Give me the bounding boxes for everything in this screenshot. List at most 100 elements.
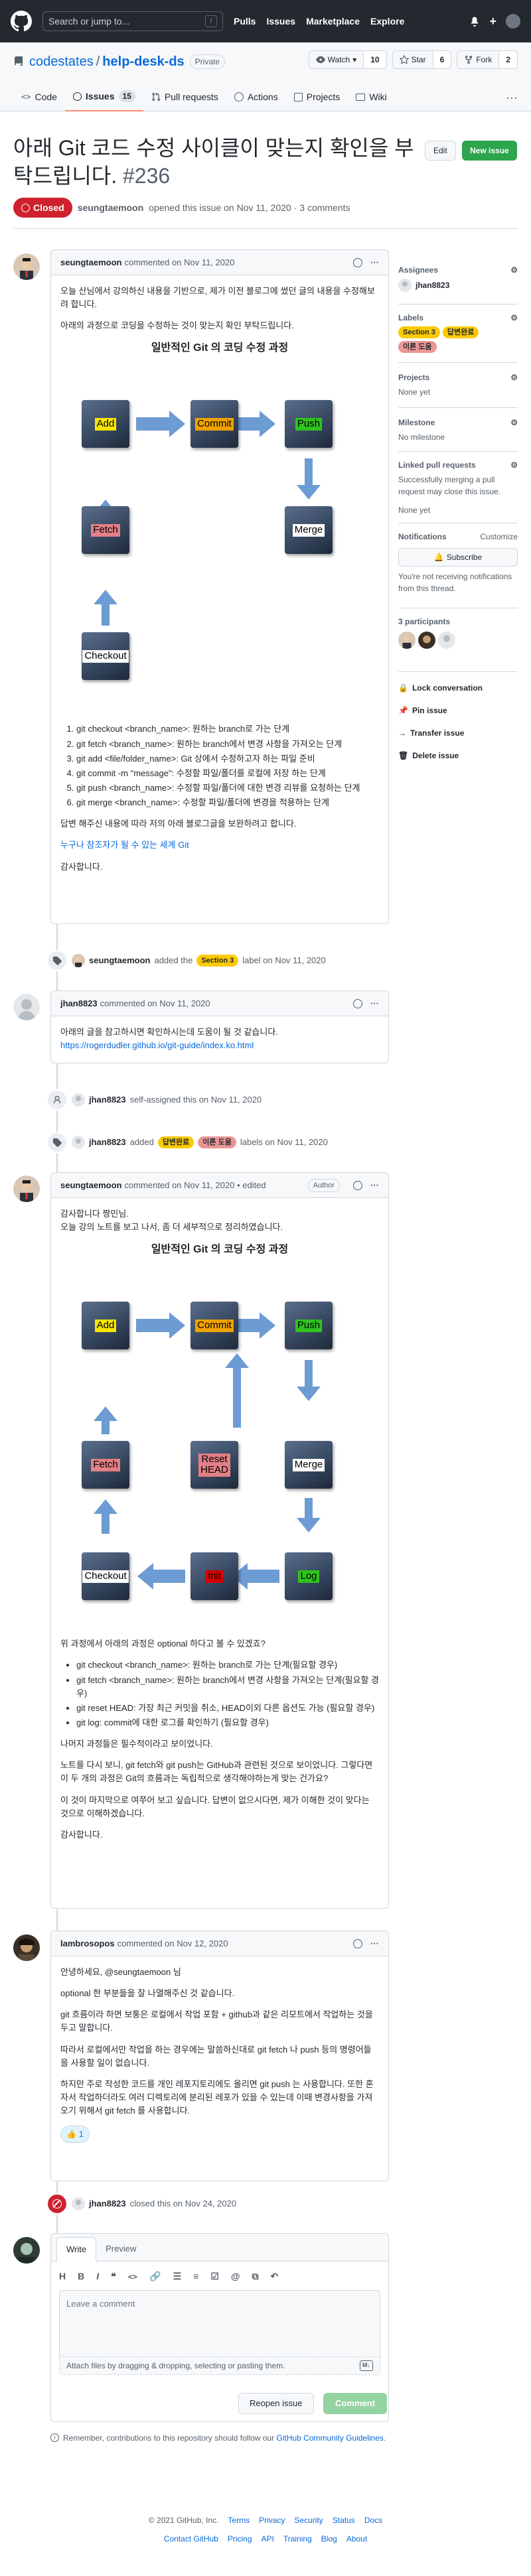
cross-reference-icon[interactable]: ⧉ [252, 2270, 259, 2283]
nav-marketplace[interactable]: Marketplace [306, 15, 360, 29]
tab-issues[interactable]: Issues 15 [64, 82, 143, 111]
comment-author[interactable]: seungtaemoon [60, 256, 121, 269]
subscribe-button[interactable]: 🔔 Subscribe [398, 548, 518, 567]
comment-author[interactable]: seungtaemoon [60, 1179, 121, 1192]
footer-link-docs[interactable]: Docs [364, 2514, 382, 2526]
heading-icon[interactable]: H [59, 2270, 66, 2283]
avatar-jhan8823[interactable] [72, 1136, 85, 1149]
label-done[interactable]: 답변완료 [157, 1136, 194, 1148]
kebab-horizontal-icon[interactable]: ··· [370, 256, 379, 269]
avatar-lambrosopos[interactable] [418, 632, 435, 649]
bold-icon[interactable]: B [78, 2270, 84, 2283]
sidebar-linked-prs[interactable]: Linked pull requests ⚙ Successfully mergi… [398, 459, 518, 516]
sidebar-labels[interactable]: Labels ⚙ Section 3 답변완료 이론 도움 [398, 312, 518, 353]
star-button[interactable]: Star 6 [392, 50, 452, 69]
footer-link-contact[interactable]: Contact GitHub [164, 2533, 218, 2545]
avatar-seungtaemoon[interactable] [13, 1176, 40, 1202]
code-icon[interactable]: <> [128, 2271, 137, 2283]
sidebar-assignees[interactable]: Assignees ⚙ jhan8823 [398, 264, 518, 292]
nav-pulls[interactable]: Pulls [234, 15, 256, 29]
sidebar-projects[interactable]: Projects ⚙ None yet [398, 372, 518, 398]
gear-icon[interactable]: ⚙ [510, 459, 518, 471]
write-tab[interactable]: Write [56, 2237, 97, 2262]
reaction-thumbs-up[interactable]: 👍 1 [60, 2126, 90, 2143]
footer-link-api[interactable]: API [262, 2533, 274, 2545]
search-input[interactable]: Search or jump to... / [42, 11, 223, 31]
mention-icon[interactable]: @ [231, 2270, 240, 2283]
reopen-issue-button[interactable]: Reopen issue [238, 2393, 314, 2414]
footer-link-blog[interactable]: Blog [321, 2533, 337, 2545]
avatar-jhan8823[interactable] [438, 632, 455, 649]
gear-icon[interactable]: ⚙ [510, 312, 518, 324]
pin-issue-button[interactable]: 📌 Pin issue [398, 705, 447, 716]
event-user[interactable]: jhan8823 [89, 2197, 126, 2210]
tab-actions[interactable]: Actions [226, 82, 286, 111]
tab-projects[interactable]: Projects [286, 82, 348, 111]
comment-date[interactable]: commented on Nov 12, 2020 [117, 1937, 228, 1950]
event-user[interactable]: jhan8823 [89, 1136, 126, 1149]
kebab-horizontal-icon[interactable]: ··· [370, 1179, 379, 1192]
comment-author[interactable]: jhan8823 [60, 997, 98, 1010]
smiley-icon[interactable] [353, 998, 362, 1008]
blog-link[interactable]: 누구나 참조자가 될 수 있는 세계 Git [60, 840, 189, 850]
customize-link[interactable]: Customize [480, 531, 518, 543]
sidebar-milestone[interactable]: Milestone ⚙ No milestone [398, 417, 518, 443]
kebab-horizontal-icon[interactable]: ··· [370, 997, 379, 1010]
label-theory-help[interactable]: 이론 도움 [198, 1136, 236, 1148]
attach-files-area[interactable]: Attach files by dragging & dropping, sel… [59, 2356, 380, 2375]
git-guide-link[interactable]: https://rogerdudler.github.io/git-guide/… [60, 1040, 254, 1050]
gear-icon[interactable]: ⚙ [510, 417, 518, 429]
tab-code[interactable]: <> Code [13, 82, 65, 111]
italic-icon[interactable]: I [96, 2270, 99, 2283]
footer-link-pricing[interactable]: Pricing [228, 2533, 252, 2545]
gear-icon[interactable]: ⚙ [510, 264, 518, 276]
watch-count[interactable]: 10 [363, 51, 386, 68]
label-section-3[interactable]: Section 3 [398, 326, 440, 338]
label-theory-help[interactable]: 이론 도움 [398, 341, 437, 353]
link-icon[interactable]: 🔗 [149, 2270, 161, 2283]
more-tabs-icon[interactable]: ··· [506, 89, 518, 107]
github-logo-icon[interactable] [11, 11, 32, 32]
guidelines-link[interactable]: GitHub Community Guidelines [277, 2433, 384, 2443]
footer-link-status[interactable]: Status [333, 2514, 355, 2526]
avatar-jhan8823[interactable] [72, 1093, 85, 1107]
nav-explore[interactable]: Explore [370, 15, 404, 29]
comment-date[interactable]: commented on Nov 11, 2020 • edited [124, 1179, 266, 1192]
label-section-3[interactable]: Section 3 [196, 955, 239, 967]
avatar-lambrosopos[interactable] [13, 1934, 40, 1961]
repo-owner-link[interactable]: codestates [29, 52, 94, 72]
user-avatar[interactable] [506, 14, 520, 29]
footer-link-security[interactable]: Security [294, 2514, 323, 2526]
avatar-seungtaemoon[interactable] [398, 632, 416, 649]
footer-link-about[interactable]: About [346, 2533, 367, 2545]
fork-button[interactable]: Fork 2 [457, 50, 518, 69]
gear-icon[interactable]: ⚙ [510, 372, 518, 383]
preview-tab[interactable]: Preview [96, 2237, 145, 2261]
smiley-icon[interactable] [353, 1938, 362, 1948]
fork-count[interactable]: 2 [498, 51, 517, 68]
unordered-list-icon[interactable]: ☰ [173, 2270, 182, 2283]
watch-button[interactable]: Watch ▾ 10 [308, 50, 387, 69]
smiley-icon[interactable] [353, 1180, 362, 1190]
footer-link-privacy[interactable]: Privacy [259, 2514, 285, 2526]
quote-icon[interactable]: ❝ [111, 2270, 116, 2283]
task-list-icon[interactable]: ☑ [210, 2270, 219, 2283]
nav-issues[interactable]: Issues [266, 15, 295, 29]
edit-title-button[interactable]: Edit [425, 141, 456, 161]
new-issue-button[interactable]: New issue [462, 141, 517, 161]
ordered-list-icon[interactable]: ≡ [193, 2270, 198, 2283]
comment-author[interactable]: lambrosopos [60, 1937, 115, 1950]
comment-textarea[interactable]: Leave a comment [59, 2290, 380, 2356]
issue-author-link[interactable]: seungtaemoon [78, 201, 144, 215]
event-user[interactable]: jhan8823 [89, 1093, 126, 1107]
avatar-jhan8823[interactable] [72, 2197, 85, 2210]
smiley-icon[interactable] [353, 257, 362, 267]
avatar-jhan8823[interactable] [398, 279, 412, 292]
repo-name-link[interactable]: help-desk-ds [102, 52, 184, 72]
tab-pull-requests[interactable]: Pull requests [143, 82, 226, 111]
avatar-jhan8823[interactable] [13, 994, 40, 1020]
star-count[interactable]: 6 [432, 51, 451, 68]
assignee-name[interactable]: jhan8823 [416, 279, 449, 291]
bell-icon[interactable] [469, 16, 480, 27]
avatar-seungtaemoon[interactable] [72, 954, 85, 967]
